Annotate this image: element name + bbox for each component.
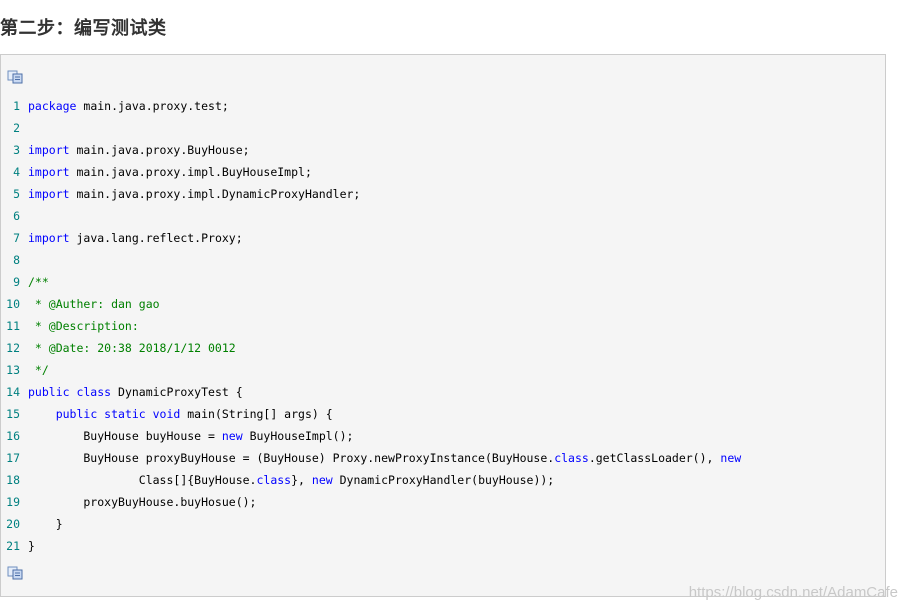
code-comment: /** <box>28 275 49 289</box>
line-number: 10 <box>6 297 20 311</box>
code-line: 18 Class[]{BuyHouse.class}, new DynamicP… <box>1 469 881 491</box>
line-number: 11 <box>6 319 20 333</box>
line-number: 4 <box>13 165 20 179</box>
line-number: 16 <box>6 429 20 443</box>
code-line: 10 * @Auther: dan gao <box>1 293 881 315</box>
code-keyword: package <box>28 99 77 113</box>
code-text: } <box>28 517 63 531</box>
code-keyword: new <box>720 451 742 465</box>
code-text: BuyHouse buyHouse = <box>28 429 222 443</box>
code-text: .getClassLoader(), <box>588 451 721 465</box>
code-line: 9 /** <box>1 271 881 293</box>
code-line: 6 <box>1 205 881 227</box>
line-number: 3 <box>13 143 20 157</box>
line-number: 14 <box>6 385 20 399</box>
code-text: main(String[] args) { <box>180 407 333 421</box>
code-keyword: public static void <box>55 407 181 421</box>
code-line: 19 proxyBuyHouse.buyHosue(); <box>1 491 881 513</box>
code-line: 15 public static void main(String[] args… <box>1 403 881 425</box>
code-text: } <box>28 539 35 553</box>
code-lines: 1 package main.java.proxy.test; 2 3 import m… <box>1 95 881 557</box>
line-number: 18 <box>6 473 20 487</box>
line-number: 8 <box>13 253 20 267</box>
code-text: main.java.proxy.test; <box>76 99 229 113</box>
code-line: 2 <box>1 117 881 139</box>
line-number: 1 <box>13 99 20 113</box>
code-line: 1 package main.java.proxy.test; <box>1 95 881 117</box>
code-keyword: import <box>28 165 70 179</box>
code-comment: */ <box>28 363 49 377</box>
line-number: 19 <box>6 495 20 509</box>
code-keyword: import <box>28 143 70 157</box>
code-line: 14 public class DynamicProxyTest { <box>1 381 881 403</box>
code-text: main.java.proxy.impl.BuyHouseImpl; <box>69 165 312 179</box>
line-number: 9 <box>13 275 20 289</box>
code-text: java.lang.reflect.Proxy; <box>69 231 243 245</box>
copy-code-icon[interactable] <box>7 69 23 84</box>
code-line: 20 } <box>1 513 881 535</box>
line-number: 12 <box>6 341 20 355</box>
code-line: 7 import java.lang.reflect.Proxy; <box>1 227 881 249</box>
code-text: DynamicProxyTest { <box>111 385 243 399</box>
code-keyword: class <box>554 451 589 465</box>
code-line: 8 <box>1 249 881 271</box>
line-number: 15 <box>6 407 20 421</box>
line-number: 5 <box>13 187 20 201</box>
code-line: 13 */ <box>1 359 881 381</box>
code-keyword: class <box>256 473 292 487</box>
code-line: 21} <box>1 535 881 557</box>
code-text: BuyHouseImpl(); <box>242 429 354 443</box>
section-heading: 第二步：编写测试类 <box>0 18 167 39</box>
code-comment: * @Date: 20:38 2018/1/12 0012 <box>28 341 236 355</box>
code-line: 4 import main.java.proxy.impl.BuyHouseImp… <box>1 161 881 183</box>
code-line: 12 * @Date: 20:38 2018/1/12 0012 <box>1 337 881 359</box>
code-keyword: new <box>221 429 243 443</box>
code-text: proxyBuyHouse.buyHosue(); <box>28 495 257 509</box>
code-block: 1 package main.java.proxy.test; 2 3 import m… <box>0 54 886 597</box>
line-number: 7 <box>13 231 20 245</box>
code-text: DynamicProxyHandler(buyHouse)); <box>332 473 555 487</box>
line-number: 13 <box>6 363 20 377</box>
code-keyword: new <box>311 473 333 487</box>
line-number: 6 <box>13 209 20 223</box>
line-number: 17 <box>6 451 20 465</box>
code-line: 3 import main.java.proxy.BuyHouse; <box>1 139 881 161</box>
code-text: Class[]{BuyHouse. <box>28 473 257 487</box>
code-comment: * @Description: <box>28 319 139 333</box>
code-keyword: import <box>28 231 70 245</box>
code-text: }, <box>291 473 312 487</box>
line-number: 20 <box>6 517 20 531</box>
watermark: https://blog.csdn.net/AdamCafe <box>688 584 898 601</box>
line-number: 21 <box>6 539 20 553</box>
code-text: BuyHouse proxyBuyHouse = (BuyHouse) Prox… <box>28 451 555 465</box>
code-line: 17 BuyHouse proxyBuyHouse = (BuyHouse) P… <box>1 447 881 469</box>
code-line: 5 import main.java.proxy.impl.DynamicProx… <box>1 183 881 205</box>
copy-code-icon[interactable] <box>7 565 23 580</box>
code-text: main.java.proxy.BuyHouse; <box>69 143 250 157</box>
code-comment: * @Auther: dan gao <box>28 297 160 311</box>
code-line: 11 * @Description: <box>1 315 881 337</box>
code-line: 16 BuyHouse buyHouse = new BuyHouseImpl(… <box>1 425 881 447</box>
code-text: main.java.proxy.impl.DynamicProxyHandler… <box>69 187 361 201</box>
code-keyword: public class <box>28 385 112 399</box>
code-keyword: import <box>28 187 70 201</box>
line-number: 2 <box>13 121 20 135</box>
